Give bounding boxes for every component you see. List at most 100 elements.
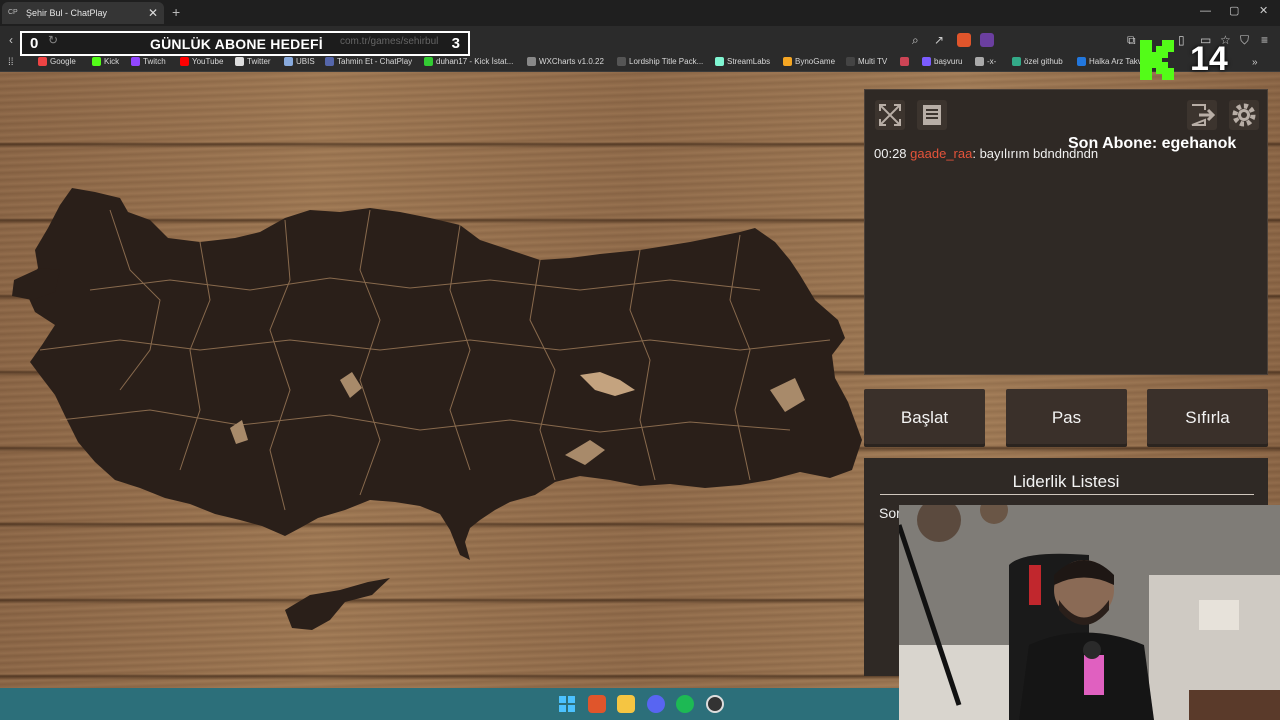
goal-current-count: 0	[30, 35, 39, 52]
exit-icon[interactable]	[1185, 98, 1219, 132]
chatplay-favicon-icon: CP	[8, 9, 18, 16]
bookmark-item[interactable]: UBIS	[284, 57, 315, 66]
maximize-icon[interactable]: ▢	[1229, 6, 1239, 17]
bookmark-label: BynoGame	[795, 57, 836, 66]
bookmark-label: Kick	[104, 57, 120, 66]
bookmark-item[interactable]: YouTube	[180, 57, 223, 66]
bookmark-label: Twitch	[143, 57, 166, 66]
bookmark-label: -x-	[987, 57, 997, 66]
bookmark-label: YouTube	[192, 57, 224, 66]
discord-icon[interactable]	[647, 695, 665, 713]
window-close-icon[interactable]: ✕	[1259, 6, 1268, 17]
bookmark-label: Google	[50, 57, 76, 66]
spotify-icon[interactable]	[676, 695, 694, 713]
bookmark-label: Twitter	[247, 57, 271, 66]
bookmark-label: başvuru	[934, 57, 963, 66]
leaderboard-entry-fragment: Sor	[879, 505, 901, 521]
chat-time: 00:28	[874, 146, 907, 161]
bookmark-favicon-icon	[922, 57, 931, 66]
turkey-map[interactable]	[0, 150, 880, 650]
kick-logo-icon	[1140, 40, 1174, 80]
leaderboard-divider	[880, 494, 1254, 495]
bookmark-label: WXCharts v1.0.22	[539, 57, 604, 66]
fullscreen-icon[interactable]	[873, 98, 907, 132]
bookmark-item[interactable]: Google	[38, 57, 76, 66]
bookmark-label: Multi TV	[858, 57, 888, 66]
windows-start-icon[interactable]	[558, 695, 576, 713]
bookmark-item[interactable]: duhan17 - Kick İstat...	[424, 57, 513, 66]
bookmark-item[interactable]: StreamLabs	[715, 57, 770, 66]
bookmark-favicon-icon	[131, 57, 140, 66]
bookmark-item[interactable]: Kick	[92, 57, 119, 66]
new-tab-icon[interactable]: +	[172, 5, 180, 19]
pass-button[interactable]: Pas	[1006, 389, 1127, 447]
bookmark-label: duhan17 - Kick İstat...	[436, 57, 514, 66]
extensions-icon[interactable]: ⧉	[1127, 34, 1136, 46]
bookmark-favicon-icon	[38, 57, 47, 66]
bookmark-item[interactable]: özel github	[1012, 57, 1063, 66]
bookmark-favicon-icon	[284, 57, 293, 66]
bookmark-favicon-icon	[325, 57, 334, 66]
browser-tab-bar: CP Şehir Bul - ChatPlay ✕ + — ▢ ✕	[0, 0, 1280, 26]
bookmark-item[interactable]: başvuru	[922, 57, 962, 66]
more-bookmarks-icon[interactable]: »	[1252, 57, 1258, 69]
screen: CP Şehir Bul - ChatPlay ✕ + — ▢ ✕ ‹ ↻ co…	[0, 0, 1280, 720]
chat-message: 00:28 gaade_raa: bayılırım bdndndndn	[874, 146, 1098, 161]
bookmark-item[interactable]: Twitter	[235, 57, 271, 66]
back-icon[interactable]: ‹	[9, 34, 13, 46]
chat-panel: 00:28 gaade_raa: bayılırım bdndndndn	[864, 89, 1268, 375]
subscriber-goal-box: 0 GÜNLÜK ABONE HEDEFİ 3	[20, 31, 470, 56]
bookmark-item[interactable]: Halka Arz Takvi	[1077, 57, 1144, 66]
last-subscriber-label: Son Abone: egehanok	[1068, 135, 1237, 152]
bookmark-favicon-icon	[1077, 57, 1086, 66]
bookmark-item[interactable]: WXCharts v1.0.22	[527, 57, 604, 66]
bookmark-favicon-icon	[846, 57, 855, 66]
bookmark-favicon-icon	[900, 57, 909, 66]
browser-tab[interactable]: CP Şehir Bul - ChatPlay ✕	[2, 2, 164, 24]
bookmark-favicon-icon	[92, 57, 101, 66]
bookmark-favicon-icon	[783, 57, 792, 66]
bookmark-item[interactable]	[900, 57, 912, 66]
bookmark-favicon-icon	[527, 57, 536, 66]
bookmark-label: UBIS	[296, 57, 315, 66]
bookmark-item[interactable]: Twitch	[131, 57, 166, 66]
bookmark-favicon-icon	[180, 57, 189, 66]
bookmark-label: Lordship Title Pack...	[629, 57, 704, 66]
bookmark-favicon-icon	[617, 57, 626, 66]
menu-icon[interactable]: ≡	[1261, 34, 1268, 46]
bookmark-label: Tahmin Et - ChatPlay	[337, 57, 413, 66]
bookmark-item[interactable]: Tahmin Et - ChatPlay	[325, 57, 412, 66]
share-icon[interactable]: ↗	[934, 34, 944, 46]
bookmark-label: StreamLabs	[727, 57, 771, 66]
bookmark-favicon-icon	[1012, 57, 1021, 66]
leaderboard-title: Liderlik Listesi	[1012, 472, 1120, 491]
goal-target-count: 3	[451, 35, 460, 52]
bookmark-favicon-icon	[715, 57, 724, 66]
windows-taskbar	[0, 688, 899, 720]
vpn-shield-icon[interactable]: ⛉	[1240, 34, 1249, 46]
bookmark-favicon-icon	[424, 57, 433, 66]
tab-title: Şehir Bul - ChatPlay	[26, 8, 108, 18]
obs-icon[interactable]	[706, 695, 724, 713]
rewards-icon[interactable]	[980, 33, 994, 47]
file-explorer-icon[interactable]	[617, 695, 635, 713]
tab-close-icon[interactable]: ✕	[148, 7, 158, 19]
gear-icon[interactable]	[1227, 98, 1261, 132]
brave-browser-icon[interactable]	[588, 695, 606, 713]
document-icon[interactable]	[915, 98, 949, 132]
apps-grid-icon[interactable]: ⁞⁞	[8, 57, 14, 69]
bookmark-label: özel github	[1024, 57, 1063, 66]
minimize-icon[interactable]: —	[1200, 6, 1211, 17]
bookmark-item[interactable]: Multi TV	[846, 57, 887, 66]
bookmark-item[interactable]: -x-	[975, 57, 996, 66]
brave-shield-icon[interactable]	[957, 33, 971, 47]
streamer-webcam-image	[899, 505, 1280, 720]
kick-viewer-count: 14	[1190, 40, 1228, 78]
reset-button[interactable]: Sıfırla	[1147, 389, 1268, 447]
bookmark-favicon-icon	[235, 57, 244, 66]
bookmark-item[interactable]: BynoGame	[783, 57, 835, 66]
bookmark-label: Halka Arz Takvi	[1089, 57, 1144, 66]
zoom-icon[interactable]: ⌕	[912, 34, 919, 46]
start-button[interactable]: Başlat	[864, 389, 985, 447]
bookmark-item[interactable]: Lordship Title Pack...	[617, 57, 703, 66]
